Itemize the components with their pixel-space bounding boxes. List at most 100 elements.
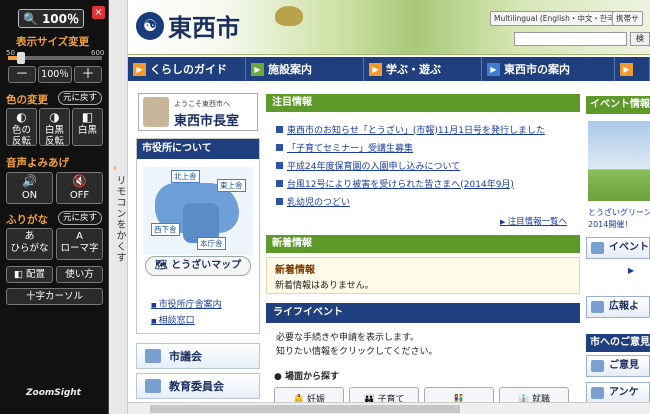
display-size-label: 表示サイズ変更 <box>16 36 90 48</box>
touzai-map-button[interactable]: 🗺 とうざいマップ <box>145 256 251 276</box>
mayor-welcome-text: ようこそ東西市へ <box>174 100 230 108</box>
voice-off-button[interactable]: 🔇 OFF <box>56 172 103 204</box>
color-invert-line1: 色の <box>11 124 31 136</box>
notice-list-more-link[interactable]: 注目情報一覧へ <box>500 215 568 227</box>
notice-list: 東西市のお知らせ「とうざい」(市報)11月1日号を発行しました 「子育てセミナー… <box>276 120 576 210</box>
city-council-button[interactable]: 市議会 <box>136 343 260 369</box>
crosshair-cursor-button[interactable]: 十字カーソル <box>6 288 103 305</box>
new-info-heading: 新着情報 <box>275 265 315 276</box>
map-label-honcho[interactable]: 本庁舎 <box>197 237 226 250</box>
list-item[interactable]: 東西市のお知らせ「とうざい」(市報)11月1日号を発行しました <box>276 120 576 138</box>
cityhall-building-link[interactable]: 市役所庁舎案内 <box>151 297 222 310</box>
nav-item-living-guide[interactable]: ▶ くらしのガイド <box>128 57 246 81</box>
map-icon: 🗺 <box>154 260 172 271</box>
event-photo[interactable] <box>588 121 650 201</box>
event-list-button[interactable]: イベント <box>586 237 650 259</box>
map-label-higashikami[interactable]: 東上舎 <box>217 179 246 192</box>
mail-icon <box>591 360 604 372</box>
event-section-title: イベント情報 <box>586 96 650 114</box>
public-relations-button[interactable]: 広報よ <box>586 296 650 318</box>
bw-invert-line2: 反転 <box>44 135 64 147</box>
survey-label: アンケ <box>609 387 639 398</box>
event-caption-1[interactable]: とうざいグリーン <box>588 207 650 218</box>
mayor-office-banner[interactable]: ようこそ東西市へ 東西市長室 <box>138 93 258 131</box>
zoom-indicator-value: 100％ <box>41 12 79 26</box>
arrow-right-icon: ▶ <box>369 62 382 76</box>
close-remote-icon[interactable]: × <box>92 6 105 19</box>
nav-item-facilities[interactable]: ▶ 施設案内 <box>246 57 364 81</box>
new-info-box: 新着情報 新着情報はありません。 <box>266 257 580 294</box>
survey-icon <box>591 387 604 399</box>
chevron-left-icon: ‹ <box>113 163 117 174</box>
usage-button[interactable]: 使い方 <box>56 266 103 283</box>
romaji-button[interactable]: A ローマ字 <box>56 228 103 260</box>
layout-button[interactable]: ◧ 配置 <box>6 266 53 283</box>
list-item[interactable]: 「子育てセミナー」受講生募集 <box>276 138 576 156</box>
newsletter-icon <box>591 301 604 313</box>
event-more-arrow-icon[interactable]: ▶ <box>628 266 634 275</box>
opinion-section-title: 市へのご意見 <box>586 334 650 352</box>
zoomsight-logo: ZoomSight <box>26 388 81 398</box>
life-event-description-2: 知りたい情報をクリックしてください。 <box>276 347 438 357</box>
zoom-out-button[interactable]: － <box>8 66 36 83</box>
arrow-right-icon: ▶ <box>487 62 500 76</box>
multilingual-button[interactable]: Multilingual (English・中文・한국어) <box>490 11 628 26</box>
cityhall-panel: 市役所について 北上舎 東上舎 西下舎 本庁舎 🗺 とうざいマップ 市役所庁舎案… <box>136 138 260 334</box>
color-invert-button[interactable]: ◐ 色の 反転 <box>6 108 37 147</box>
consultation-link[interactable]: 相談窓口 <box>151 313 195 326</box>
search-input[interactable] <box>514 32 627 46</box>
board-of-education-button[interactable]: 教育委員会 <box>136 373 260 399</box>
bw-invert-button[interactable]: ◑ 白黒 反転 <box>39 108 70 147</box>
notice-text: 乳幼児のつどい <box>287 197 351 208</box>
search-button[interactable]: 検 <box>630 32 650 46</box>
arrow-right-icon: ▶ <box>133 62 146 76</box>
city-name: 東西市 <box>168 13 240 42</box>
new-info-body: 新着情報はありません。 <box>275 281 374 291</box>
zoom-slider[interactable] <box>8 52 102 64</box>
city-logo[interactable]: ☯ 東西市 <box>136 8 240 43</box>
bird-photo <box>275 6 303 26</box>
hide-remote-tab[interactable]: ‹ リモコンをかくす <box>109 0 128 414</box>
voice-on-button[interactable]: 🔊 ON <box>6 172 53 204</box>
zoom-slider-knob[interactable] <box>17 52 26 64</box>
global-nav: ▶ くらしのガイド ▶ 施設案内 ▶ 学ぶ・遊ぶ ▶ 東西市の案内 ▶ <box>128 57 650 81</box>
life-scene-heading: ● 場面から探す <box>274 372 339 382</box>
notice-text: 平成24年度保育園の入園申し込みについて <box>287 161 461 172</box>
city-website: ☯ 東西市 Multilingual (English・中文・한국어) 携帯サ … <box>128 0 650 414</box>
magnifier-icon: 🔍 <box>22 11 38 26</box>
color-reset-button[interactable]: 元に戻す <box>58 91 102 105</box>
speaker-off-icon: 🔇 <box>72 174 87 188</box>
bullet-icon <box>276 179 283 187</box>
list-item[interactable]: 平成24年度保育園の入園申し込みについて <box>276 156 576 174</box>
bw-button[interactable]: ◧ 白黒 <box>72 108 103 146</box>
opinion-button[interactable]: ご意見 <box>586 355 650 377</box>
mobile-site-button[interactable]: 携帯サ <box>612 11 643 26</box>
bw-icon: ◧ <box>81 110 94 124</box>
hiragana-icon: あ <box>24 231 35 242</box>
furigana-reset-button[interactable]: 元に戻す <box>58 211 102 225</box>
nav-item-learn-play[interactable]: ▶ 学ぶ・遊ぶ <box>364 57 482 81</box>
city-emblem-icon: ☯ <box>136 11 164 40</box>
notice-text: 台風12号により被害を受けられた皆さまへ(2014年9月) <box>287 179 514 190</box>
horizontal-scrollbar[interactable] <box>128 402 650 414</box>
nav-item-more[interactable]: ▶ <box>615 57 650 81</box>
list-item[interactable]: 乳幼児のつどい <box>276 192 576 210</box>
nav-item-label: 東西市の案内 <box>504 63 570 76</box>
map-label-nishishimo[interactable]: 西下舎 <box>151 223 180 236</box>
list-item[interactable]: 台風12号により被害を受けられた皆さまへ(2014年9月) <box>276 174 576 192</box>
nav-item-city-guide[interactable]: ▶ 東西市の案内 <box>482 57 615 81</box>
scrollbar-thumb[interactable] <box>150 405 460 413</box>
hiragana-button[interactable]: あ ひらがな <box>6 228 53 260</box>
life-event-description-1: 必要な手続きや申請を表示します。 <box>276 333 420 343</box>
mayor-office-title: 東西市長室 <box>174 114 240 129</box>
bw-invert-icon: ◑ <box>49 110 60 124</box>
zoom-in-button[interactable]: ＋ <box>74 66 102 83</box>
public-relations-label: 広報よ <box>609 301 639 312</box>
notice-text: 東西市のお知らせ「とうざい」(市報)11月1日号を発行しました <box>287 125 546 136</box>
city-map[interactable]: 北上舎 東上舎 西下舎 本庁舎 <box>143 167 253 255</box>
arrow-right-icon: ▶ <box>251 62 264 76</box>
voice-off-label: OFF <box>69 189 90 201</box>
map-label-kitakami[interactable]: 北上舎 <box>171 170 200 183</box>
layout-icon: ◧ <box>13 269 23 280</box>
survey-button[interactable]: アンケ <box>586 382 650 404</box>
